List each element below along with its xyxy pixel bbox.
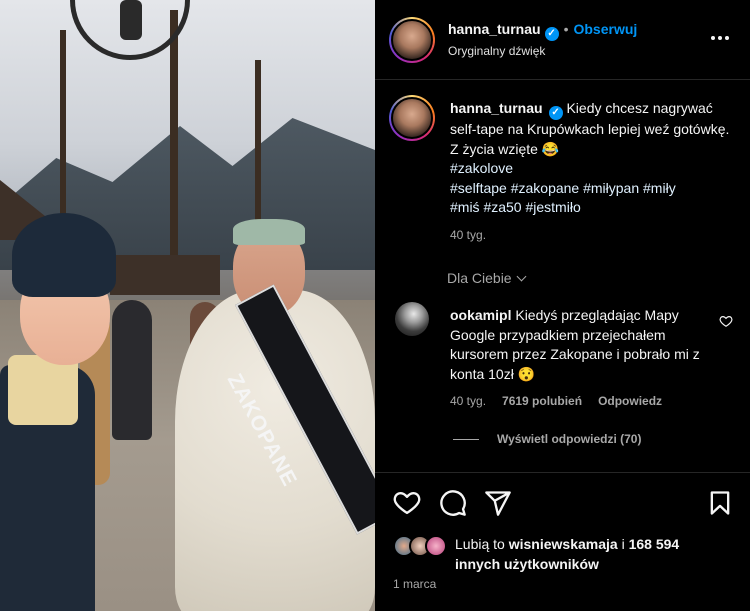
author-username[interactable]: hanna_turnau bbox=[448, 21, 541, 37]
likes-text: Lubią to wisniewskamaja i 168 594 innych… bbox=[455, 535, 745, 574]
liker-avatar bbox=[425, 535, 447, 557]
post-side-panel: hanna_turnau ✓ • Obserwuj Oryginalny dźwięk… bbox=[375, 0, 750, 611]
comment-meta: 40 tyg. 7619 polubień Odpowiedz bbox=[450, 394, 662, 408]
likes-middle: i bbox=[621, 536, 625, 552]
commenter-avatar[interactable] bbox=[395, 302, 429, 336]
caption-author-avatar[interactable] bbox=[389, 95, 435, 141]
likes-count[interactable]: 168 594 bbox=[629, 536, 680, 552]
verified-badge-icon: ✓ bbox=[544, 27, 559, 41]
separator-dot: • bbox=[563, 21, 569, 37]
post-actions: Lubią to wisniewskamaja i 168 594 innych… bbox=[375, 472, 750, 611]
post-date[interactable]: 1 marca bbox=[393, 577, 436, 591]
replies-divider-line bbox=[453, 438, 479, 440]
comment-like-heart-icon[interactable] bbox=[719, 314, 733, 328]
woman-collar bbox=[8, 355, 78, 425]
comment-likes-count[interactable]: 7619 polubień bbox=[502, 394, 582, 408]
post-media[interactable]: ZAKOPANE bbox=[0, 0, 375, 611]
likes-suffix[interactable]: innych użytkowników bbox=[455, 556, 599, 572]
likes-prefix: Lubią to bbox=[455, 536, 505, 552]
caption-username[interactable]: hanna_turnau bbox=[450, 100, 543, 116]
verified-badge-icon: ✓ bbox=[548, 106, 563, 120]
caption-text: hanna_turnau ✓ Kiedy chcesz nagrywać self… bbox=[450, 99, 730, 218]
caption-hashtags-3[interactable]: #miś #za50 #jestmiło bbox=[450, 199, 581, 215]
chevron-down-icon bbox=[516, 271, 527, 282]
author-avatar[interactable] bbox=[389, 17, 435, 63]
audio-label[interactable]: Oryginalny dźwięk bbox=[448, 44, 545, 58]
comment-icon[interactable] bbox=[439, 489, 467, 517]
reply-button[interactable]: Odpowiedz bbox=[598, 394, 662, 408]
bookmark-icon[interactable] bbox=[706, 489, 734, 517]
comment-filter-label: Dla Ciebie bbox=[447, 270, 512, 286]
send-icon[interactable] bbox=[484, 489, 512, 517]
caption-hashtags-1[interactable]: #zakolove bbox=[450, 160, 513, 176]
woman-figure bbox=[0, 205, 125, 611]
woman-beanie bbox=[12, 213, 116, 297]
liker-username[interactable]: wisniewskamaja bbox=[509, 536, 618, 552]
heart-icon[interactable] bbox=[393, 489, 421, 517]
street-lamp-head bbox=[120, 0, 142, 40]
more-options-icon[interactable] bbox=[708, 28, 732, 48]
caption-timestamp[interactable]: 40 tyg. bbox=[450, 228, 486, 242]
comment-text: ookamipl Kiedyś przeglądając Mapy Google… bbox=[450, 306, 715, 384]
comment-timestamp[interactable]: 40 tyg. bbox=[450, 394, 486, 408]
liker-avatars[interactable] bbox=[393, 535, 453, 557]
man-hair bbox=[233, 219, 305, 245]
header-user-line: hanna_turnau ✓ • Obserwuj bbox=[448, 21, 637, 41]
post-header: hanna_turnau ✓ • Obserwuj Oryginalny dźwięk bbox=[375, 0, 750, 80]
comment-filter-dropdown[interactable]: Dla Ciebie bbox=[447, 270, 527, 286]
caption-hashtags-2[interactable]: #selftape #zakopane #miłypan #miły bbox=[450, 180, 676, 196]
commenter-username[interactable]: ookamipl bbox=[450, 307, 511, 323]
man-in-bear-costume: ZAKOPANE bbox=[175, 215, 375, 611]
follow-button[interactable]: Obserwuj bbox=[573, 21, 637, 37]
view-replies-button[interactable]: Wyświetl odpowiedzi (70) bbox=[453, 432, 641, 446]
view-replies-label: Wyświetl odpowiedzi (70) bbox=[497, 432, 642, 446]
